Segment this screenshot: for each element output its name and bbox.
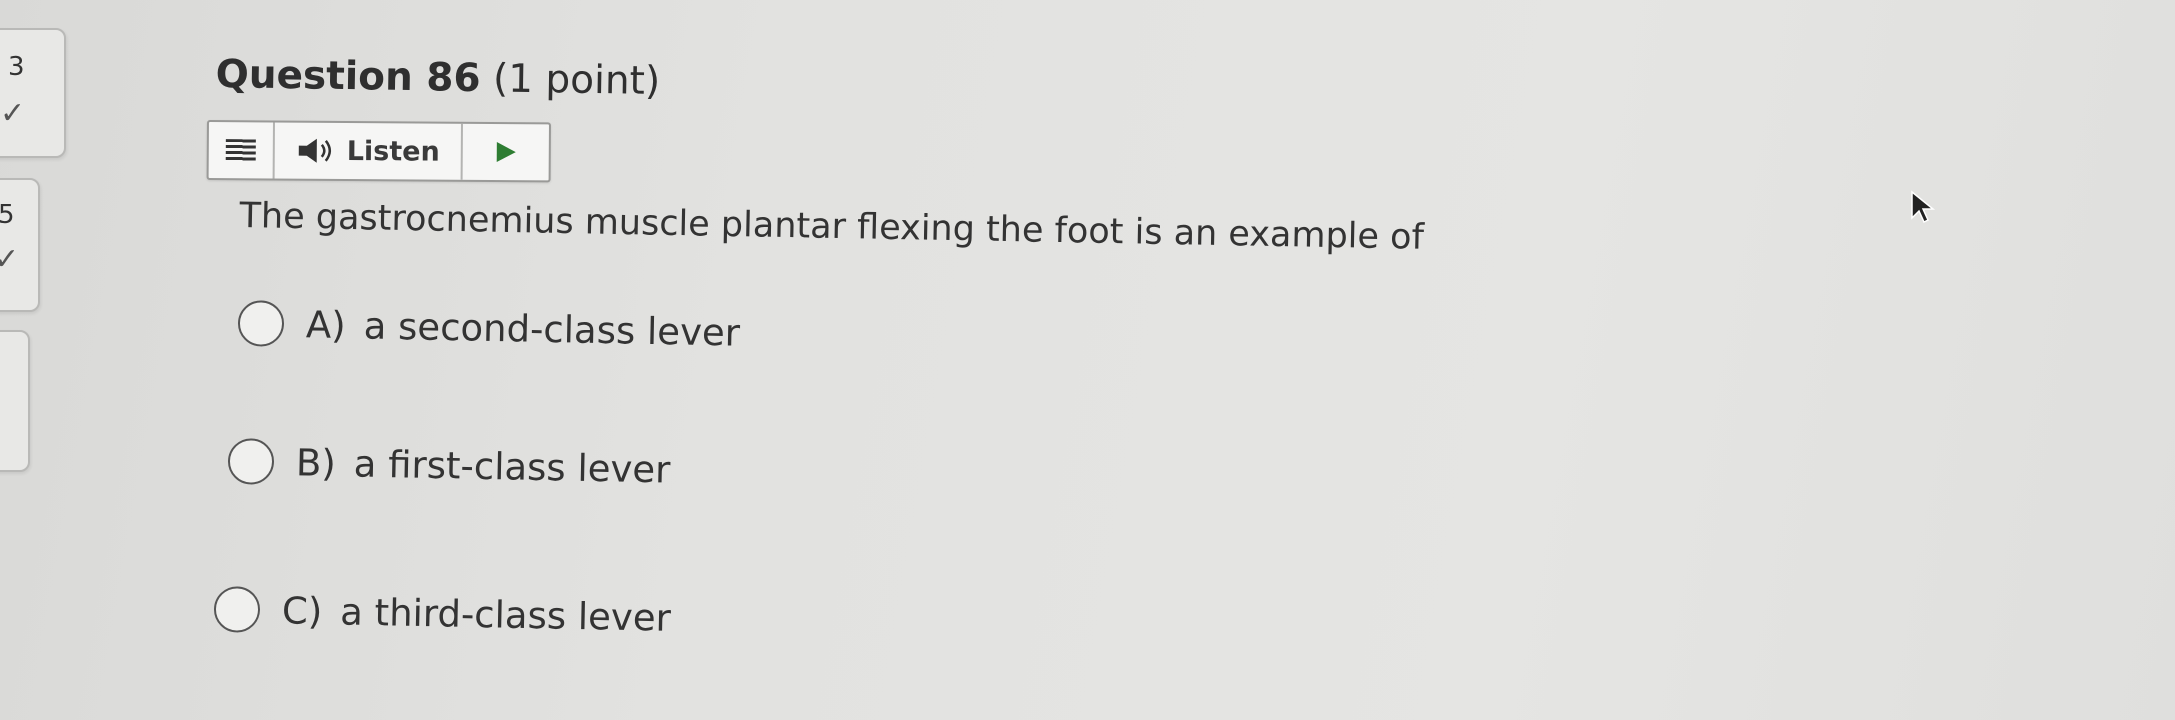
question-number: Question 86 (215, 52, 481, 102)
answer-choice-b[interactable]: B) a first-class lever (227, 438, 671, 492)
answer-choice-a[interactable]: A) a second-class lever (237, 300, 741, 356)
answered-check-icon: ✓ (0, 96, 26, 131)
question-nav-number: 5 (0, 200, 15, 230)
radio-button-b[interactable] (227, 438, 275, 485)
play-triangle-icon (496, 142, 516, 163)
listen-label: Listen (346, 135, 440, 168)
choice-letter: A) (305, 302, 347, 347)
choice-text: a second-class lever (363, 303, 741, 355)
listen-button[interactable]: Listen (274, 122, 463, 180)
speaker-icon (298, 138, 332, 163)
question-points: (1 point) (492, 56, 661, 104)
question-nav-number: 3 (8, 52, 25, 82)
listen-toolbar: Listen (206, 120, 551, 183)
choice-text: a first-class lever (353, 441, 671, 491)
choice-letter: C) (281, 588, 323, 633)
question-prompt: The gastrocnemius muscle plantar flexing… (239, 196, 1425, 258)
menu-lines-icon (225, 139, 256, 162)
listen-menu-button[interactable] (208, 122, 275, 179)
choice-letter: B) (295, 440, 337, 485)
question-nav-item-3[interactable]: 3 ✓ (0, 28, 66, 158)
mouse-cursor-icon (1911, 190, 1936, 224)
choice-text: a third-class lever (339, 589, 672, 640)
question-title: Question 86 (1 point) (215, 52, 660, 104)
answer-choice-c[interactable]: C) a third-class lever (213, 586, 672, 641)
question-nav-item[interactable] (0, 330, 30, 472)
answered-check-icon: ✓ (0, 242, 20, 277)
play-button[interactable] (463, 124, 549, 181)
radio-button-c[interactable] (213, 586, 261, 633)
question-nav-item-5[interactable]: 5 ✓ (0, 178, 40, 312)
radio-button-a[interactable] (237, 300, 285, 347)
